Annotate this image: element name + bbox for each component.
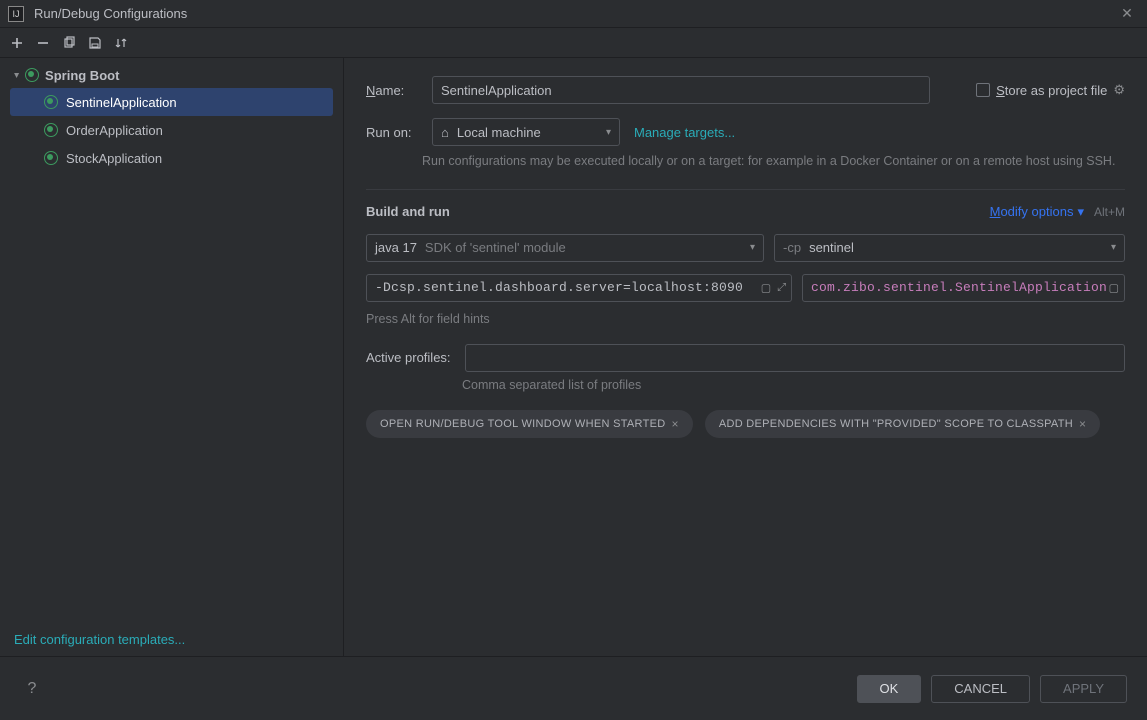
jdk-hint: SDK of 'sentinel' module [425, 240, 566, 255]
sort-config-button[interactable] [110, 32, 132, 54]
modify-options-shortcut: Alt+M [1094, 205, 1125, 219]
manage-targets-link[interactable]: Manage targets... [634, 125, 735, 140]
spring-icon [25, 68, 39, 82]
expand-field-icon[interactable]: ▢ [761, 281, 771, 294]
config-item-stock[interactable]: StockApplication [0, 144, 343, 172]
field-hints-text: Press Alt for field hints [366, 312, 1125, 326]
chevron-down-icon: ▸ [11, 72, 22, 77]
fullscreen-icon[interactable]: ⤢ [777, 281, 786, 294]
modify-options-link[interactable]: Modify options ▾ [990, 204, 1084, 220]
profiles-hint: Comma separated list of profiles [462, 378, 1125, 392]
chip-provided-scope[interactable]: ADD DEPENDENCIES WITH "PROVIDED" SCOPE T… [705, 410, 1101, 438]
config-item-label: OrderApplication [66, 123, 163, 138]
active-profiles-input[interactable] [465, 344, 1125, 372]
profiles-label: Active profiles: [366, 350, 451, 365]
config-item-label: StockApplication [66, 151, 162, 166]
add-config-button[interactable] [6, 32, 28, 54]
cancel-button[interactable]: CANCEL [931, 675, 1030, 703]
main-class-input[interactable] [802, 274, 1125, 302]
copy-config-button[interactable] [58, 32, 80, 54]
jdk-value: java 17 [375, 240, 417, 255]
name-label: Name: [366, 83, 418, 98]
classpath-dropdown[interactable]: -cp sentinel ▾ [774, 234, 1125, 262]
store-project-file-checkbox[interactable] [976, 83, 990, 97]
edit-templates-link[interactable]: Edit configuration templates... [14, 632, 185, 647]
chip-label: ADD DEPENDENCIES WITH "PROVIDED" SCOPE T… [719, 418, 1073, 430]
chevron-down-icon: ▾ [606, 127, 611, 138]
chevron-down-icon: ▾ [750, 242, 755, 253]
config-item-order[interactable]: OrderApplication [0, 116, 343, 144]
runon-value: Local machine [457, 125, 541, 140]
config-group-spring-boot[interactable]: ▸ Spring Boot [0, 62, 343, 88]
runon-dropdown[interactable]: ⌂ Local machine ▾ [432, 118, 620, 146]
remove-config-button[interactable] [32, 32, 54, 54]
config-item-sentinel[interactable]: SentinelApplication [10, 88, 333, 116]
expand-field-icon[interactable]: ▢ [1109, 281, 1119, 294]
vm-options-input[interactable] [366, 274, 792, 302]
cp-prefix: -cp [783, 240, 801, 255]
close-icon[interactable]: ✕ [1115, 5, 1139, 22]
name-input[interactable] [432, 76, 930, 104]
chip-label: OPEN RUN/DEBUG TOOL WINDOW WHEN STARTED [380, 418, 666, 430]
app-icon: IJ [8, 6, 24, 22]
close-icon[interactable]: × [672, 417, 679, 431]
close-icon[interactable]: × [1079, 417, 1086, 431]
chevron-down-icon: ▾ [1077, 204, 1084, 220]
jdk-dropdown[interactable]: java 17 SDK of 'sentinel' module ▾ [366, 234, 764, 262]
chevron-down-icon: ▾ [1111, 242, 1116, 253]
divider [366, 189, 1125, 190]
spring-icon [44, 95, 58, 109]
store-project-file-label: Store as project file [996, 83, 1107, 98]
apply-button[interactable]: APPLY [1040, 675, 1127, 703]
spring-icon [44, 123, 58, 137]
save-config-button[interactable] [84, 32, 106, 54]
window-title: Run/Debug Configurations [34, 6, 1115, 21]
buildrun-title: Build and run [366, 204, 450, 219]
cp-value: sentinel [809, 240, 854, 255]
config-group-label: Spring Boot [45, 68, 119, 83]
config-item-label: SentinelApplication [66, 95, 177, 110]
runon-label: Run on: [366, 125, 418, 140]
spring-icon [44, 151, 58, 165]
chip-open-tool-window[interactable]: OPEN RUN/DEBUG TOOL WINDOW WHEN STARTED … [366, 410, 693, 438]
runon-hint: Run configurations may be executed local… [422, 152, 1125, 171]
home-icon: ⌂ [441, 125, 449, 140]
help-button[interactable]: ? [20, 677, 44, 701]
ok-button[interactable]: OK [857, 675, 922, 703]
gear-icon[interactable]: ⚙ [1113, 82, 1125, 98]
